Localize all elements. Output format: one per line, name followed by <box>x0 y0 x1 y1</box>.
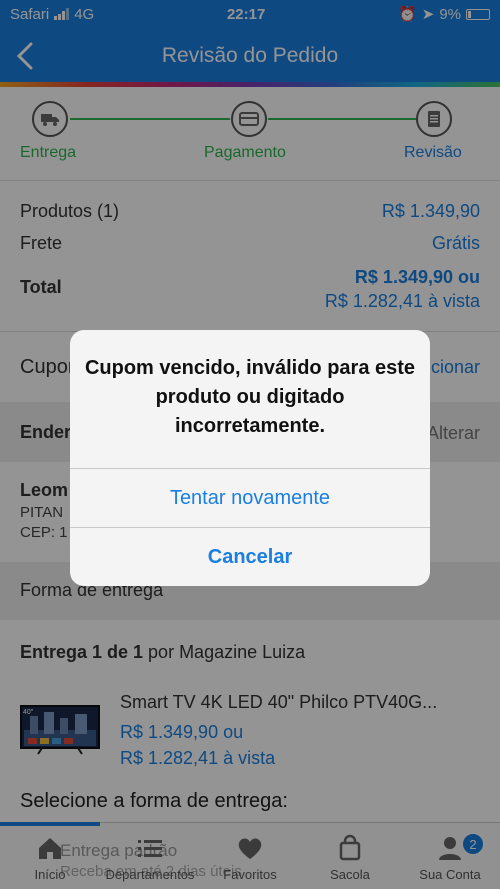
tab-inicio[interactable]: Início <box>0 833 100 882</box>
bag-icon <box>339 834 361 861</box>
user-icon <box>439 837 461 860</box>
tab-label: Início <box>34 867 66 882</box>
list-icon <box>138 840 162 857</box>
tab-sua-conta[interactable]: Sua Conta <box>400 833 500 882</box>
heart-icon <box>238 838 262 859</box>
tab-label: Departamentos <box>105 867 195 882</box>
notification-badge: 2 <box>462 833 484 855</box>
bottom-tab-bar: Entrega padrão Receba em até 2 dias útei… <box>0 822 500 889</box>
tab-sacola[interactable]: Sacola <box>300 833 400 882</box>
tab-label: Sua Conta <box>419 867 481 882</box>
tab-label: Sacola <box>330 867 370 882</box>
alert-dialog: Cupom vencido, inválido para este produt… <box>70 330 430 586</box>
home-icon <box>39 838 61 859</box>
retry-button[interactable]: Tentar novamente <box>70 469 430 527</box>
tab-favoritos[interactable]: Favoritos <box>200 833 300 882</box>
page-load-progress <box>0 822 100 826</box>
cancel-button[interactable]: Cancelar <box>70 528 430 586</box>
alert-message: Cupom vencido, inválido para este produt… <box>84 357 416 437</box>
tab-label: Favoritos <box>223 867 277 882</box>
tab-departamentos[interactable]: Departamentos <box>100 833 200 882</box>
